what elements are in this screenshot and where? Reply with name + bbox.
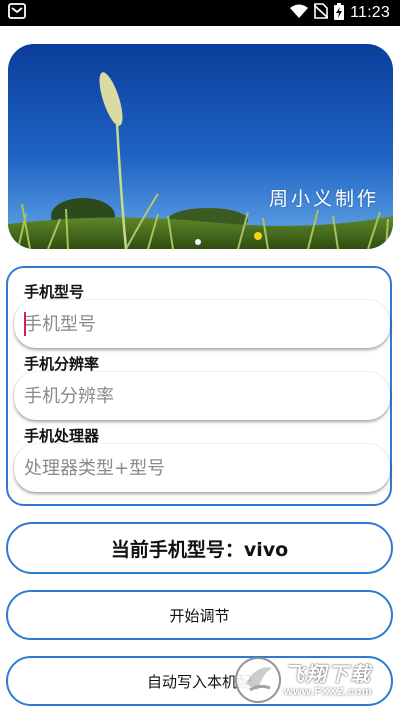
banner-image: 周小义制作 <box>8 44 393 249</box>
status-right: 11:23 <box>290 2 390 24</box>
watermark-name: 飞翔下载 <box>284 662 372 686</box>
wifi-icon <box>290 4 309 22</box>
device-info-form: 手机型号 手机分辨率 手机处理器 <box>6 266 392 506</box>
processor-label: 手机处理器 <box>24 427 100 445</box>
status-left <box>8 3 26 23</box>
grass-sky-illustration <box>8 44 393 249</box>
status-bar: 11:23 <box>0 0 400 26</box>
watermark-url: www.FXXZ.com <box>284 686 373 698</box>
model-label: 手机型号 <box>24 283 85 301</box>
current-model-text: 当前手机型号：vivo <box>110 538 289 561</box>
text-caret <box>24 312 26 336</box>
notification-icon <box>8 3 26 23</box>
model-input[interactable] <box>14 300 390 348</box>
status-time: 11:23 <box>350 4 390 21</box>
site-watermark: 飞翔下载 www.FXXZ.com <box>232 652 392 708</box>
banner-caption: 周小义制作 <box>268 188 379 210</box>
start-adjust-label: 开始调节 <box>169 606 230 625</box>
start-adjust-button[interactable]: 开始调节 <box>6 590 393 640</box>
watermark-logo-icon <box>235 657 281 703</box>
no-sim-icon <box>313 3 329 23</box>
resolution-label: 手机分辨率 <box>24 355 100 373</box>
battery-charging-icon <box>334 2 345 24</box>
processor-input[interactable] <box>14 444 390 492</box>
resolution-input[interactable] <box>14 372 390 420</box>
current-model-display: 当前手机型号：vivo <box>6 522 393 574</box>
